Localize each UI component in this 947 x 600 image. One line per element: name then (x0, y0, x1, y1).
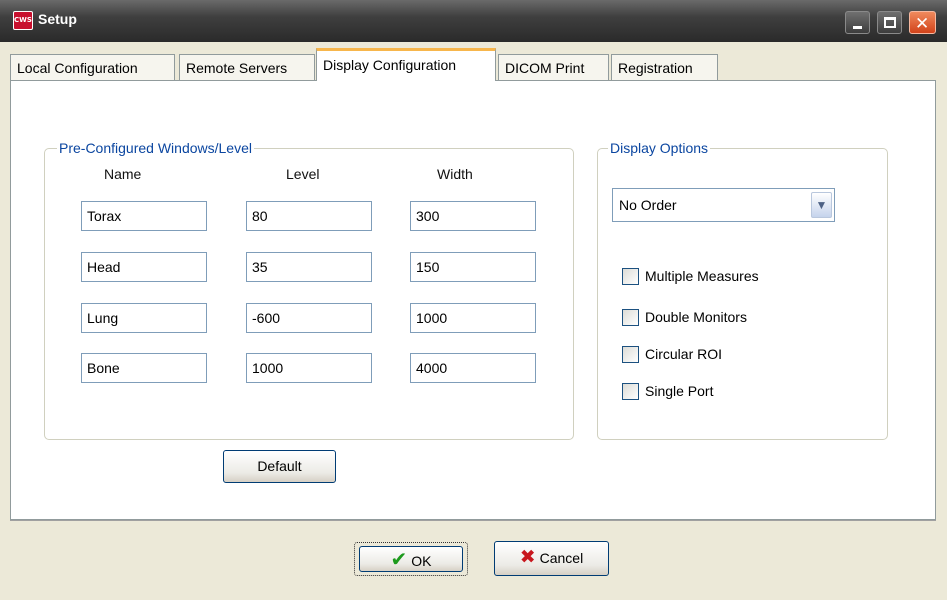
ok-button[interactable]: ✔ OK (359, 546, 463, 572)
default-button[interactable]: Default (223, 450, 336, 483)
checkbox-box[interactable] (622, 268, 639, 285)
ok-label: OK (411, 553, 432, 569)
cancel-label: Cancel (539, 550, 584, 566)
level-field[interactable]: -600 (246, 303, 372, 333)
chevron-down-icon[interactable]: ▼ (811, 192, 832, 218)
level-field[interactable]: 1000 (246, 353, 372, 383)
display-options-legend: Display Options (608, 140, 711, 156)
order-select-value: No Order (619, 197, 677, 213)
close-icon: ✕ (915, 14, 930, 34)
checkbox-label[interactable]: Circular ROI (645, 346, 722, 362)
footer-divider (10, 520, 936, 521)
checkbox-label[interactable]: Single Port (645, 383, 713, 399)
preconfigured-group: Pre-Configured Windows/Level (44, 140, 574, 440)
level-field[interactable]: 35 (246, 252, 372, 282)
width-field[interactable]: 150 (410, 252, 536, 282)
column-header-level: Level (286, 166, 320, 182)
tab-registration[interactable]: Registration (611, 54, 718, 80)
app-logo-icon[interactable]: CWS (13, 11, 33, 30)
tab-display-configuration[interactable]: Display Configuration (316, 48, 496, 81)
setup-window: CWS Setup ✕ Local Configuration Remote S… (0, 0, 947, 600)
width-field[interactable]: 4000 (410, 353, 536, 383)
column-header-name: Name (104, 166, 142, 182)
name-field[interactable]: Head (81, 252, 207, 282)
maximize-button[interactable] (877, 11, 902, 34)
minimize-icon (853, 26, 862, 29)
checkbox-box[interactable] (622, 383, 639, 400)
checkbox-box[interactable] (622, 309, 639, 326)
column-header-width: Width (437, 166, 473, 182)
title-bar[interactable]: CWS Setup ✕ (0, 0, 947, 42)
order-select[interactable]: No Order ▼ (612, 188, 835, 222)
level-field[interactable]: 80 (246, 201, 372, 231)
width-field[interactable]: 300 (410, 201, 536, 231)
name-field[interactable]: Bone (81, 353, 207, 383)
tab-dicom-print[interactable]: DICOM Print (498, 54, 609, 80)
window-title: Setup (38, 11, 77, 27)
tab-local-configuration[interactable]: Local Configuration (10, 54, 175, 80)
width-field[interactable]: 1000 (410, 303, 536, 333)
checkbox-box[interactable] (622, 346, 639, 363)
preconfigured-legend: Pre-Configured Windows/Level (57, 140, 254, 156)
tab-remote-servers[interactable]: Remote Servers (179, 54, 315, 80)
check-icon: ✔ (390, 547, 408, 571)
name-field[interactable]: Torax (81, 201, 207, 231)
name-field[interactable]: Lung (81, 303, 207, 333)
checkbox-label[interactable]: Multiple Measures (645, 268, 759, 284)
close-button[interactable]: ✕ (909, 11, 936, 34)
minimize-button[interactable] (845, 11, 870, 34)
cancel-button[interactable]: ✖ Cancel (494, 541, 609, 576)
maximize-icon (884, 17, 896, 28)
x-icon: ✖ (519, 546, 536, 568)
checkbox-label[interactable]: Double Monitors (645, 309, 747, 325)
